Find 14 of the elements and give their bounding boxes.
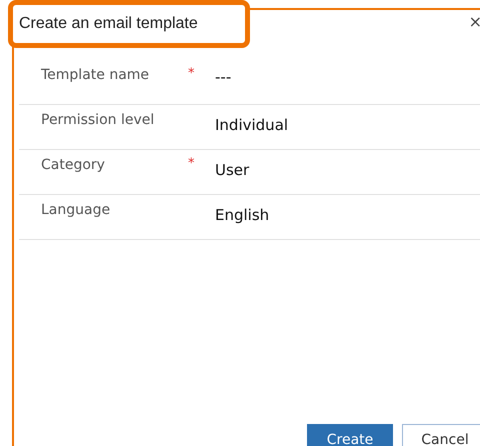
create-button[interactable]: Create — [307, 424, 393, 446]
close-icon[interactable]: × — [468, 12, 480, 31]
field-value[interactable]: User — [215, 150, 480, 179]
cancel-button[interactable]: Cancel — [402, 424, 480, 446]
field-value[interactable]: --- — [215, 60, 480, 86]
field-label: Template name — [41, 66, 150, 83]
field-label: Permission level — [41, 111, 156, 128]
field-label: Category — [41, 156, 106, 173]
field-value[interactable]: Individual — [215, 105, 480, 134]
field-label: Language — [41, 201, 112, 218]
field-value[interactable]: English — [215, 195, 480, 224]
required-marker: * — [188, 65, 196, 81]
dialog-title: Create an email template — [19, 15, 198, 33]
required-marker: * — [188, 155, 196, 171]
